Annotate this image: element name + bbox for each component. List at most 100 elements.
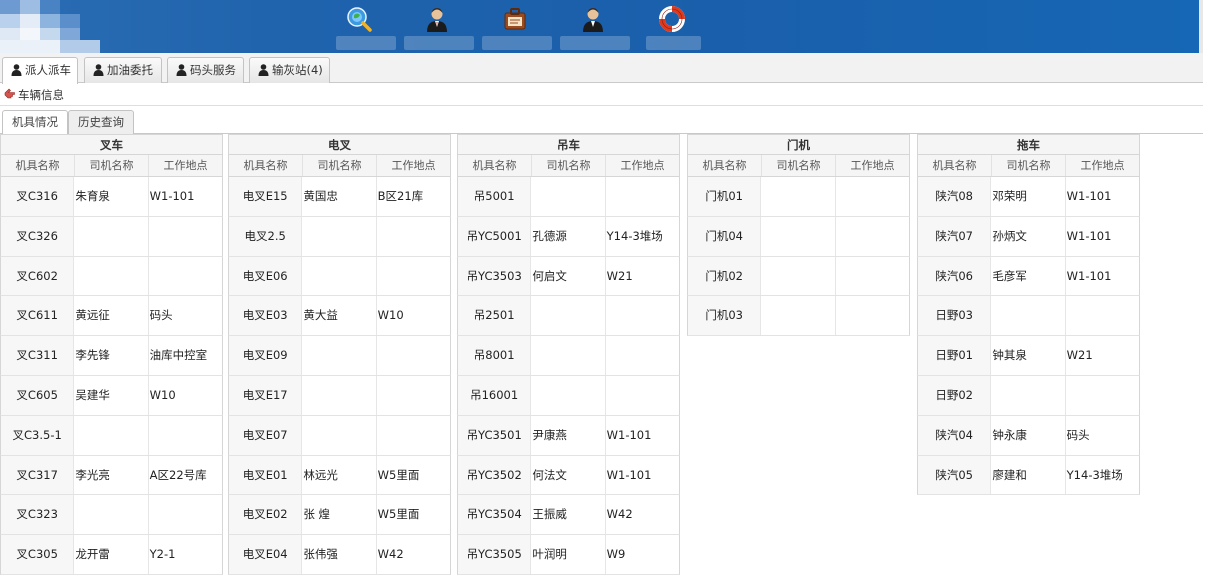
column-header: 司机名称 [992,155,1066,176]
driver-name-cell [302,216,377,256]
briefcase-icon[interactable] [502,6,528,32]
table-row[interactable]: 电叉E07 [228,415,451,456]
work-location-cell: Y2-1 [149,547,176,562]
table-row[interactable]: 吊YC3501 尹康燕 W1-101 [457,415,680,456]
table-row[interactable]: 吊YC3504 王振威 W42 [457,495,680,536]
table-row[interactable]: 叉C305 龙开雷 Y2-1 [0,535,223,575]
panel-title: 电叉 [228,134,451,155]
tab-dock-service[interactable]: 码头服务 [167,57,244,83]
table-row[interactable]: 电叉E17 [228,375,451,416]
table-row[interactable]: 吊2501 [457,296,680,337]
work-location-cell [606,296,679,335]
tab-label: 码头服务 [190,63,236,77]
equipment-name-cell: 吊YC3503 [458,256,532,296]
driver-name-cell: 黄大益 [302,296,377,336]
work-location-cell: W1-101 [1066,189,1112,203]
table-row[interactable]: 叉C3.5-1 [0,415,223,456]
table-row[interactable]: 日野01 钟其泉 W21 [917,336,1140,376]
equipment-name-cell: 吊16001 [458,375,532,415]
panel-title: 门机 [687,134,910,155]
driver-name-cell [74,256,149,296]
table-row[interactable]: 电叉E09 [228,336,451,376]
electric-forklift-panel: 电叉 机具名称 司机名称 工作地点 电叉E15 黄国忠 B区21库 电叉2.5 电叉E06 电叉E… [228,134,451,575]
table-row[interactable]: 门机01 [687,177,910,217]
driver-name-cell: 李先锋 [74,336,149,375]
column-header: 工作地点 [850,159,895,172]
table-row[interactable]: 门机03 [687,296,910,337]
search-globe-icon[interactable] [346,6,372,32]
table-row[interactable]: 电叉E03 黄大益 W10 [228,296,451,337]
driver-name-cell: 李光亮 [74,455,149,495]
driver-name-cell [991,375,1066,415]
table-row[interactable]: 电叉E15 黄国忠 B区21库 [228,177,451,217]
table-row[interactable]: 叉C316 朱育泉 W1-101 [0,177,223,217]
equipment-name-cell: 叉C305 [1,535,75,574]
table-row[interactable]: 陕汽07 孙炳文 W1-101 [917,216,1140,257]
table-row[interactable]: 陕汽05 廖建和 Y14-3堆场 [917,455,1140,496]
driver-name-cell [302,256,377,296]
table-row[interactable]: 叉C326 [0,216,223,257]
driver-name-cell: 何启文 [531,256,606,296]
tab-history-query[interactable]: 历史查询 [68,110,134,134]
panel-title: 吊车 [457,134,680,155]
table-row[interactable]: 叉C611 黄远征 码头 [0,296,223,337]
driver-name-cell: 钟永康 [991,415,1066,455]
table-row[interactable]: 电叉2.5 [228,216,451,257]
table-row[interactable]: 日野03 [917,296,1140,337]
tab-label: 派人派车 [25,63,71,77]
driver-name-cell: 尹康燕 [531,415,606,455]
table-row[interactable]: 吊YC3505 叶润明 W9 [457,535,680,575]
column-header: 机具名称 [229,155,303,176]
work-location-cell: W21 [606,268,633,283]
equipment-name-cell: 叉C611 [1,296,75,336]
equipment-name-cell: 陕汽04 [918,415,992,455]
tab-equipment-status[interactable]: 机具情况 [2,110,68,135]
table-row[interactable]: 叉C323 [0,495,223,536]
table-row[interactable]: 吊YC3503 何启文 W21 [457,256,680,297]
table-row[interactable]: 吊YC5001 孔德源 Y14-3堆场 [457,216,680,257]
work-location-cell: W1-101 [1066,268,1112,283]
equipment-name-cell: 电叉E06 [229,256,303,296]
table-row[interactable]: 叉C602 [0,256,223,297]
equipment-name-cell: 吊8001 [458,336,532,375]
tab-dispatch[interactable]: 派人派车 [2,57,78,84]
work-location-cell [836,177,909,216]
work-location-cell: W10 [377,308,404,323]
column-header: 司机名称 [532,155,606,176]
user-icon[interactable] [424,6,450,32]
table-row[interactable]: 吊5001 [457,177,680,217]
table-row[interactable]: 叉C605 吴建华 W10 [0,375,223,416]
table-row[interactable]: 陕汽08 邓荣明 W1-101 [917,177,1140,217]
tab-fuel-order[interactable]: 加油委托 [84,57,162,83]
driver-name-cell: 孙炳文 [991,216,1066,256]
work-location-cell [149,217,222,256]
table-row[interactable]: 电叉E06 [228,256,451,297]
table-row[interactable]: 门机04 [687,216,910,257]
driver-name-cell: 何法文 [531,455,606,495]
table-row[interactable]: 电叉E01 林远光 W5里面 [228,455,451,496]
equipment-name-cell: 门机04 [688,216,762,256]
table-row[interactable]: 日野02 [917,375,1140,416]
driver-name-cell [991,296,1066,336]
table-row[interactable]: 门机02 [687,256,910,297]
table-row[interactable]: 吊8001 [457,336,680,376]
table-row[interactable]: 电叉E02 张 煌 W5里面 [228,495,451,536]
equipment-name-cell: 电叉E01 [229,455,303,495]
work-location-cell: W1-101 [1066,228,1112,243]
table-row[interactable]: 陕汽04 钟永康 码头 [917,415,1140,456]
work-location-cell: W42 [606,507,633,522]
equipment-name-cell: 叉C323 [1,495,75,535]
table-row[interactable]: 陕汽06 毛彦军 W1-101 [917,256,1140,297]
table-row[interactable]: 电叉E04 张伟强 W42 [228,535,451,575]
tab-ash-station[interactable]: 输灰站(4) [249,57,330,83]
table-row[interactable]: 吊16001 [457,375,680,416]
driver-name-cell: 张伟强 [302,535,377,574]
user-icon[interactable] [580,6,606,32]
lifebuoy-icon[interactable] [659,6,685,32]
table-row[interactable]: 叉C311 李先锋 油库中控室 [0,336,223,376]
work-location-cell [606,177,679,216]
table-row[interactable]: 吊YC3502 何法文 W1-101 [457,455,680,496]
table-row[interactable]: 叉C317 李光亮 A区22号库 [0,455,223,496]
equipment-name-cell: 吊YC5001 [458,216,532,256]
work-location-cell: W1-101 [149,189,195,203]
